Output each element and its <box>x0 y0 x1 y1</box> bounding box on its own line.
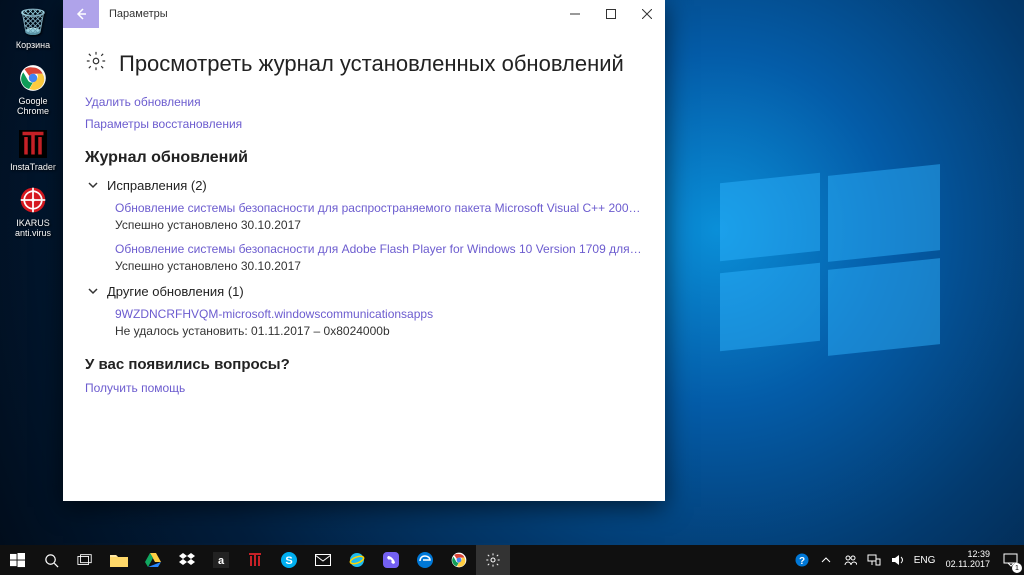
desktop-icon-label: Корзина <box>6 40 60 50</box>
folder-icon <box>110 553 128 567</box>
update-link[interactable]: Обновление системы безопасности для расп… <box>115 201 643 215</box>
volume-icon <box>891 554 905 566</box>
update-item: Обновление системы безопасности для Adob… <box>115 242 643 273</box>
tray-help-icon[interactable]: ? <box>790 545 814 575</box>
taskbar-app-dropbox[interactable] <box>170 545 204 575</box>
google-drive-icon <box>145 553 161 567</box>
maximize-button[interactable] <box>593 0 629 28</box>
group-fixes: Исправления (2) Обновление системы безоп… <box>85 177 643 273</box>
minimize-button[interactable] <box>557 0 593 28</box>
group-toggle-other[interactable]: Другие обновления (1) <box>85 283 643 299</box>
update-link[interactable]: Обновление системы безопасности для Adob… <box>115 242 643 256</box>
content-area: Просмотреть журнал установленных обновле… <box>63 28 665 395</box>
update-status: Успешно установлено 30.10.2017 <box>115 259 643 273</box>
tray-language[interactable]: ENG <box>910 545 940 575</box>
app-title: Параметры <box>99 8 557 20</box>
close-button[interactable] <box>629 0 665 28</box>
group-other: Другие обновления (1) 9WZDNCRFHVQM-micro… <box>85 283 643 338</box>
start-button[interactable] <box>0 545 34 575</box>
taskbar-app-mail[interactable] <box>306 545 340 575</box>
task-view-button[interactable] <box>68 545 102 575</box>
update-item: Обновление системы безопасности для расп… <box>115 201 643 232</box>
chrome-icon <box>451 552 467 568</box>
update-link[interactable]: 9WZDNCRFHVQM-microsoft.windowscommunicat… <box>115 307 643 321</box>
people-icon <box>843 553 857 567</box>
desktop-icon-insta-trader[interactable]: InstaTrader <box>6 128 60 172</box>
recycle-bin-icon: 🗑️ <box>17 6 49 38</box>
chrome-icon <box>17 62 49 94</box>
page-title: Просмотреть журнал установленных обновле… <box>119 51 624 77</box>
gear-icon <box>485 552 501 568</box>
system-tray: ? ENG 12:39 02.11.2017 1 <box>790 545 1024 575</box>
desktop-icon-recycle-bin[interactable]: 🗑️ Корзина <box>6 6 60 50</box>
questions-heading: У вас появились вопросы? <box>85 356 643 373</box>
taskbar: a S ? ENG 12:39 02.11.2017 1 <box>0 545 1024 575</box>
taskbar-app-drive[interactable] <box>136 545 170 575</box>
dropbox-icon <box>179 553 195 567</box>
close-icon <box>642 9 652 19</box>
tray-people-icon[interactable] <box>838 545 862 575</box>
taskbar-app-chrome[interactable] <box>442 545 476 575</box>
taskbar-app-file-explorer[interactable] <box>102 545 136 575</box>
tray-volume-icon[interactable] <box>886 545 910 575</box>
maximize-icon <box>606 9 616 19</box>
chevron-down-icon <box>85 177 101 193</box>
titlebar: Параметры <box>63 0 665 28</box>
search-icon <box>44 553 59 568</box>
ikarus-icon <box>17 184 49 216</box>
notification-badge: 1 <box>1012 563 1022 573</box>
taskbar-app-edge[interactable] <box>408 545 442 575</box>
tray-clock[interactable]: 12:39 02.11.2017 <box>940 550 996 570</box>
wallpaper-windows-logo <box>720 170 940 350</box>
minimize-icon <box>570 9 580 19</box>
back-button[interactable] <box>63 0 99 28</box>
insta-trader-icon <box>17 128 49 160</box>
action-center-button[interactable]: 1 <box>996 545 1024 575</box>
clock-date: 02.11.2017 <box>946 560 990 570</box>
desktop-icon-ikarus[interactable]: IKARUS anti.virus <box>6 184 60 238</box>
taskbar-app-amazon[interactable]: a <box>204 545 238 575</box>
recovery-options-link[interactable]: Параметры восстановления <box>85 117 643 131</box>
desktop-icon-google-chrome[interactable]: Google Chrome <box>6 62 60 116</box>
edge-icon <box>417 552 433 568</box>
tray-network-icon[interactable] <box>862 545 886 575</box>
mail-icon <box>315 554 331 566</box>
insta-trader-icon <box>247 552 263 568</box>
uninstall-updates-link[interactable]: Удалить обновления <box>85 95 643 109</box>
desktop-icons: 🗑️ Корзина Google Chrome InstaTrader IKA… <box>6 6 60 250</box>
history-heading: Журнал обновлений <box>85 149 643 167</box>
group-label: Исправления (2) <box>107 178 207 193</box>
update-status: Не удалось установить: 01.11.2017 – 0x80… <box>115 324 643 338</box>
taskbar-app-viber[interactable] <box>374 545 408 575</box>
tray-show-hidden-icon[interactable] <box>814 545 838 575</box>
desktop-icon-label: InstaTrader <box>6 162 60 172</box>
taskbar-app-ie[interactable] <box>340 545 374 575</box>
ie-icon <box>349 552 365 568</box>
chevron-up-icon <box>821 555 831 565</box>
chevron-down-icon <box>85 283 101 299</box>
taskbar-app-skype[interactable]: S <box>272 545 306 575</box>
group-label: Другие обновления (1) <box>107 284 244 299</box>
update-item: 9WZDNCRFHVQM-microsoft.windowscommunicat… <box>115 307 643 338</box>
desktop-icon-label: IKARUS anti.virus <box>6 218 60 238</box>
group-toggle-fixes[interactable]: Исправления (2) <box>85 177 643 193</box>
desktop-icon-label: Google Chrome <box>6 96 60 116</box>
network-icon <box>867 554 881 566</box>
skype-icon: S <box>281 552 297 568</box>
get-help-link[interactable]: Получить помощь <box>85 381 643 395</box>
gear-icon <box>85 50 107 77</box>
amazon-icon: a <box>213 552 229 568</box>
viber-icon <box>383 552 399 568</box>
svg-text:a: a <box>218 555 225 567</box>
taskbar-app-insta-trader[interactable] <box>238 545 272 575</box>
windows-icon <box>10 553 25 568</box>
update-status: Успешно установлено 30.10.2017 <box>115 218 643 232</box>
task-view-icon <box>77 553 93 567</box>
arrow-left-icon <box>73 6 89 22</box>
svg-text:?: ? <box>799 556 805 567</box>
search-button[interactable] <box>34 545 68 575</box>
taskbar-app-settings[interactable] <box>476 545 510 575</box>
settings-window: Параметры Просмотреть журнал установленн… <box>63 0 665 501</box>
svg-text:S: S <box>285 555 292 567</box>
